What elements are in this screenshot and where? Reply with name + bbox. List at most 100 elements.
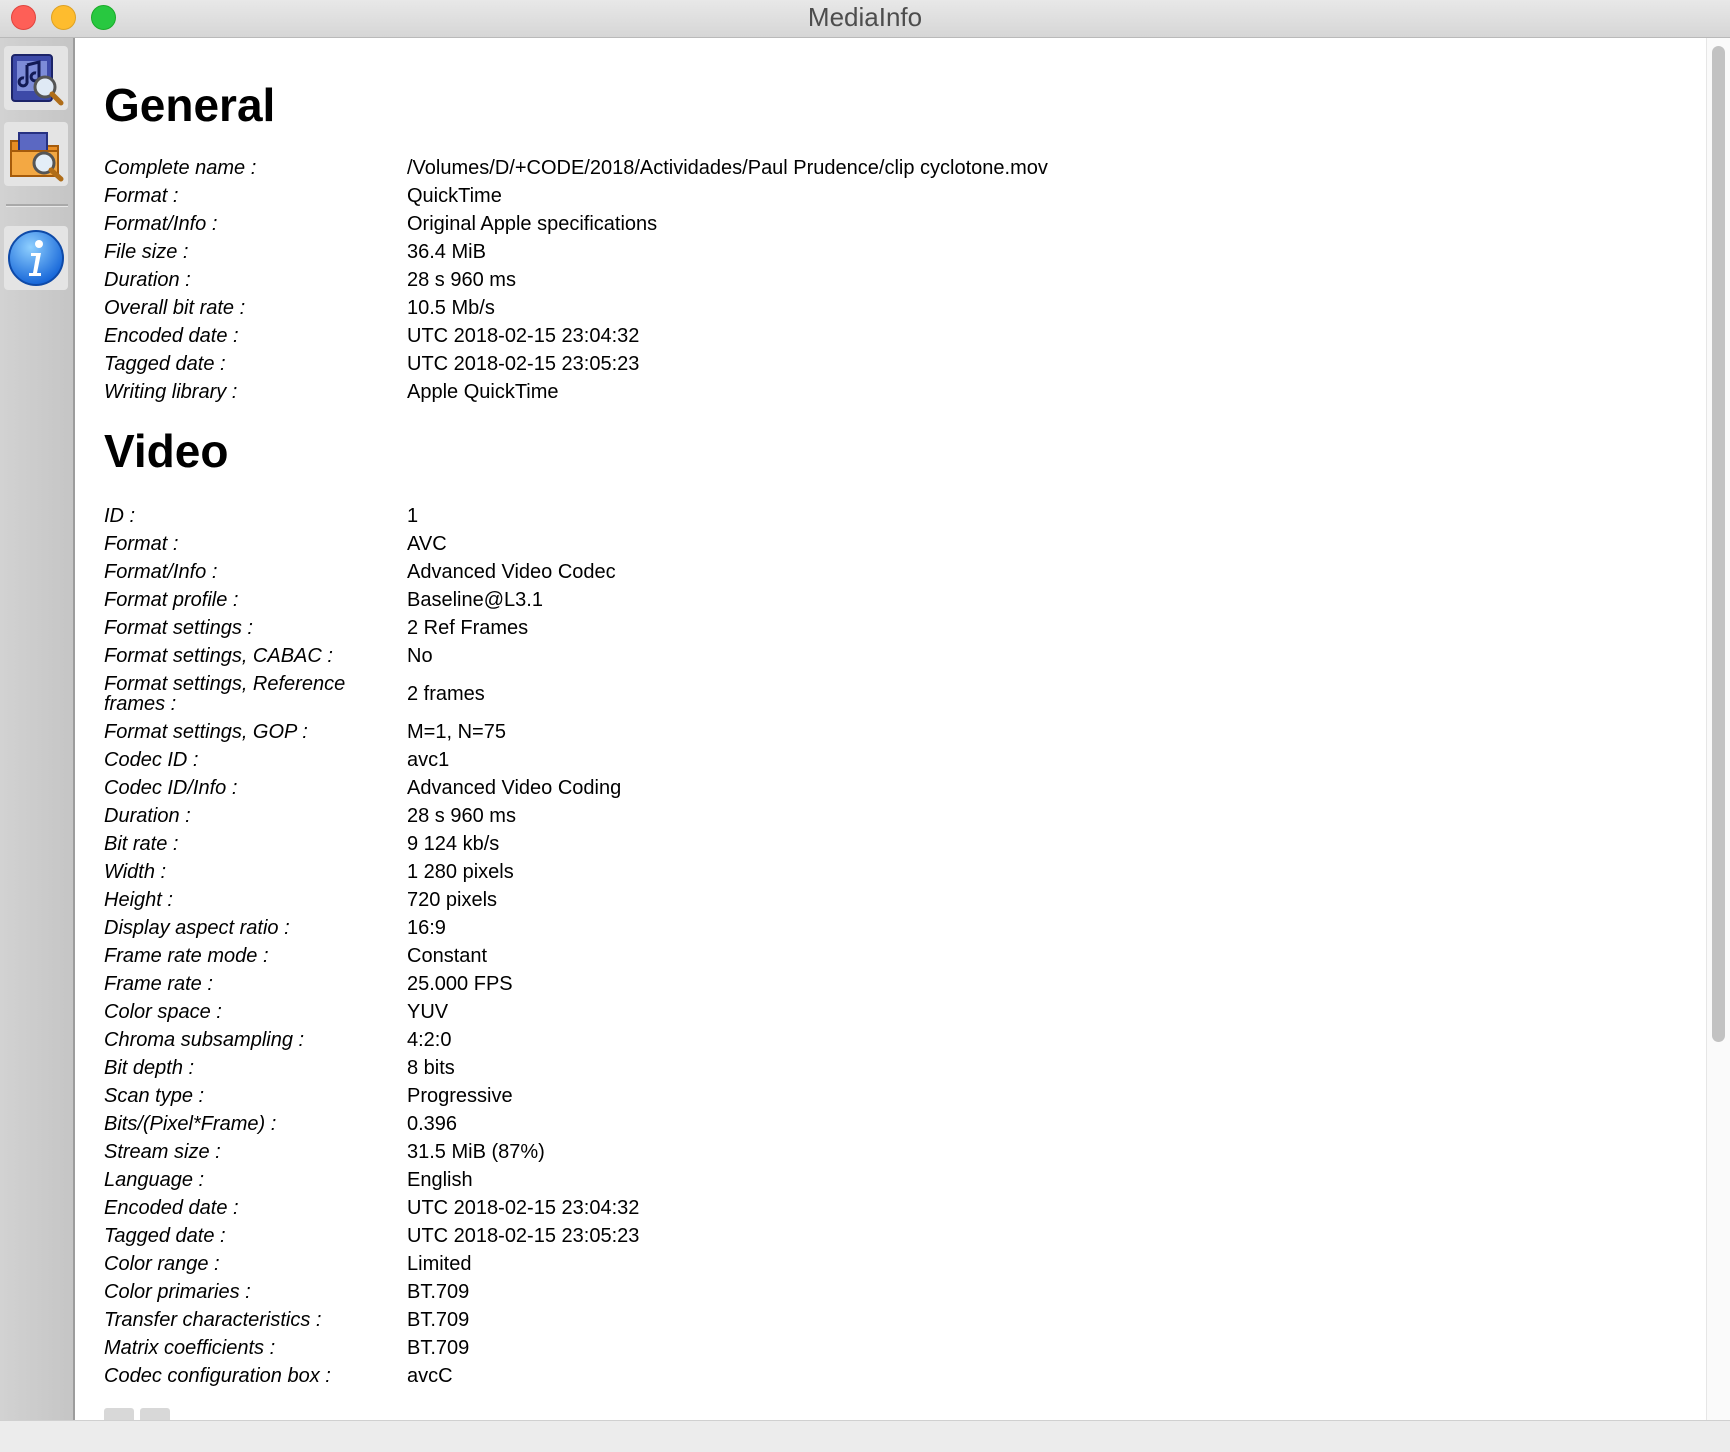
info-label: Format :	[104, 533, 179, 555]
sidebar-separator	[6, 204, 68, 207]
info-row: Stream size : 31.5 MiB (87%)	[104, 1138, 1604, 1166]
info-label: Encoded date :	[104, 325, 239, 347]
info-row: Chroma subsampling : 4:2:0	[104, 1026, 1604, 1054]
info-value: 8 bits	[407, 1057, 455, 1079]
info-value: Progressive	[407, 1085, 513, 1107]
info-row: Codec configuration box : avcC	[104, 1362, 1604, 1390]
info-value: UTC 2018-02-15 23:04:32	[407, 325, 640, 347]
info-label: Format settings, GOP :	[104, 721, 308, 743]
info-label: Tagged date :	[104, 353, 226, 375]
info-label: Transfer characteristics :	[104, 1309, 322, 1331]
info-row: Writing library : Apple QuickTime	[104, 378, 1604, 406]
about-button[interactable]	[4, 226, 68, 290]
info-label: Frame rate :	[104, 973, 213, 995]
info-icon	[8, 230, 64, 286]
info-label: Writing library :	[104, 381, 238, 403]
info-value: YUV	[407, 1001, 449, 1023]
info-value: Constant	[407, 945, 488, 967]
info-value: /Volumes/D/+CODE/2018/Actividades/Paul P…	[407, 157, 1048, 179]
info-value: 0.396	[407, 1113, 458, 1135]
info-label: Format profile :	[104, 589, 239, 611]
info-row: Frame rate mode : Constant	[104, 942, 1604, 970]
info-row: Matrix coefficients : BT.709	[104, 1334, 1604, 1362]
info-row: Codec ID : avc1	[104, 746, 1604, 774]
info-value: M=1, N=75	[407, 721, 506, 743]
info-label: Matrix coefficients :	[104, 1337, 276, 1359]
info-value: Apple QuickTime	[407, 381, 559, 403]
info-value: 4:2:0	[407, 1029, 452, 1051]
info-row: Duration : 28 s 960 ms	[104, 802, 1604, 830]
vertical-scrollbar[interactable]	[1706, 38, 1730, 1420]
info-row: Display aspect ratio : 16:9	[104, 914, 1604, 942]
info-value: 1	[407, 505, 419, 527]
info-row: Format settings, CABAC : No	[104, 642, 1604, 670]
info-label: Stream size :	[104, 1141, 221, 1163]
video-info-table: ID : 1 Format : AVC Format/Info : Advanced …	[104, 502, 1604, 1390]
info-row: Color space : YUV	[104, 998, 1604, 1026]
info-label: Codec ID :	[104, 749, 199, 771]
info-value: avcC	[407, 1365, 453, 1387]
info-row: Color range : Limited	[104, 1250, 1604, 1278]
info-value: UTC 2018-02-15 23:05:23	[407, 1225, 640, 1247]
info-row: Format profile : Baseline@L3.1	[104, 586, 1604, 614]
info-label: Format settings, Reference frames :	[104, 673, 346, 715]
info-value: 2 Ref Frames	[407, 617, 529, 639]
info-row: Tagged date : UTC 2018-02-15 23:05:23	[104, 350, 1604, 378]
info-value: UTC 2018-02-15 23:04:32	[407, 1197, 640, 1219]
info-row: Bits/(Pixel*Frame) : 0.396	[104, 1110, 1604, 1138]
info-row: Frame rate : 25.000 FPS	[104, 970, 1604, 998]
scrollbar-thumb[interactable]	[1712, 46, 1725, 1042]
info-report-view[interactable]: General Complete name : /Volumes/D/+CODE/…	[75, 38, 1706, 1420]
info-label: Chroma subsampling :	[104, 1029, 305, 1051]
info-row: Format settings, Reference frames : 2 fra…	[104, 670, 1604, 718]
info-row: Scan type : Progressive	[104, 1082, 1604, 1110]
info-label: Format settings, CABAC :	[104, 645, 333, 667]
info-row: Encoded date : UTC 2018-02-15 23:04:32	[104, 322, 1604, 350]
info-row: Height : 720 pixels	[104, 886, 1604, 914]
info-row: Encoded date : UTC 2018-02-15 23:04:32	[104, 1194, 1604, 1222]
general-info-table: Complete name : /Volumes/D/+CODE/2018/Act…	[104, 154, 1604, 406]
info-row: Format : AVC	[104, 530, 1604, 558]
info-value: 28 s 960 ms	[407, 269, 516, 291]
info-label: Format settings :	[104, 617, 253, 639]
info-row: Bit rate : 9 124 kb/s	[104, 830, 1604, 858]
info-row: Bit depth : 8 bits	[104, 1054, 1604, 1082]
info-value: 16:9	[407, 917, 446, 939]
info-row: Format settings, GOP : M=1, N=75	[104, 718, 1604, 746]
section-title-general: General	[104, 79, 276, 131]
info-value: 720 pixels	[407, 889, 498, 911]
info-value: 1 280 pixels	[407, 861, 514, 883]
info-value: Advanced Video Codec	[407, 561, 616, 583]
info-label: Color space :	[104, 1001, 222, 1023]
info-label: Encoded date :	[104, 1197, 239, 1219]
info-label: Format/Info :	[104, 561, 218, 583]
info-row: Format/Info : Original Apple specificatio…	[104, 210, 1604, 238]
info-value: 36.4 MiB	[407, 241, 486, 263]
open-file-icon	[11, 54, 64, 106]
info-row: Format/Info : Advanced Video Codec	[104, 558, 1604, 586]
info-label: Duration :	[104, 805, 191, 827]
open-folder-button[interactable]	[4, 122, 68, 186]
info-label: Color primaries :	[104, 1281, 251, 1303]
info-label: Bit rate :	[104, 833, 179, 855]
info-label: Width :	[104, 861, 167, 883]
info-label: Overall bit rate :	[104, 297, 246, 319]
info-value: 31.5 MiB (87%)	[407, 1141, 545, 1163]
title-bar[interactable]: MediaInfo	[0, 0, 1730, 38]
info-label: Duration :	[104, 269, 191, 291]
info-row: File size : 36.4 MiB	[104, 238, 1604, 266]
info-value: Baseline@L3.1	[407, 589, 543, 611]
info-value: Advanced Video Coding	[407, 777, 622, 799]
info-value: 25.000 FPS	[407, 973, 513, 995]
section-title-video: Video	[104, 425, 229, 477]
info-label: Complete name :	[104, 157, 257, 179]
info-row: Width : 1 280 pixels	[104, 858, 1604, 886]
open-file-button[interactable]	[4, 46, 68, 110]
info-row: Language : English	[104, 1166, 1604, 1194]
info-row: Transfer characteristics : BT.709	[104, 1306, 1604, 1334]
info-row: Duration : 28 s 960 ms	[104, 266, 1604, 294]
info-value: 2 frames	[407, 683, 485, 705]
next-section-heading-partial	[104, 1408, 224, 1420]
info-row: ID : 1	[104, 502, 1604, 530]
info-label: File size :	[104, 241, 189, 263]
